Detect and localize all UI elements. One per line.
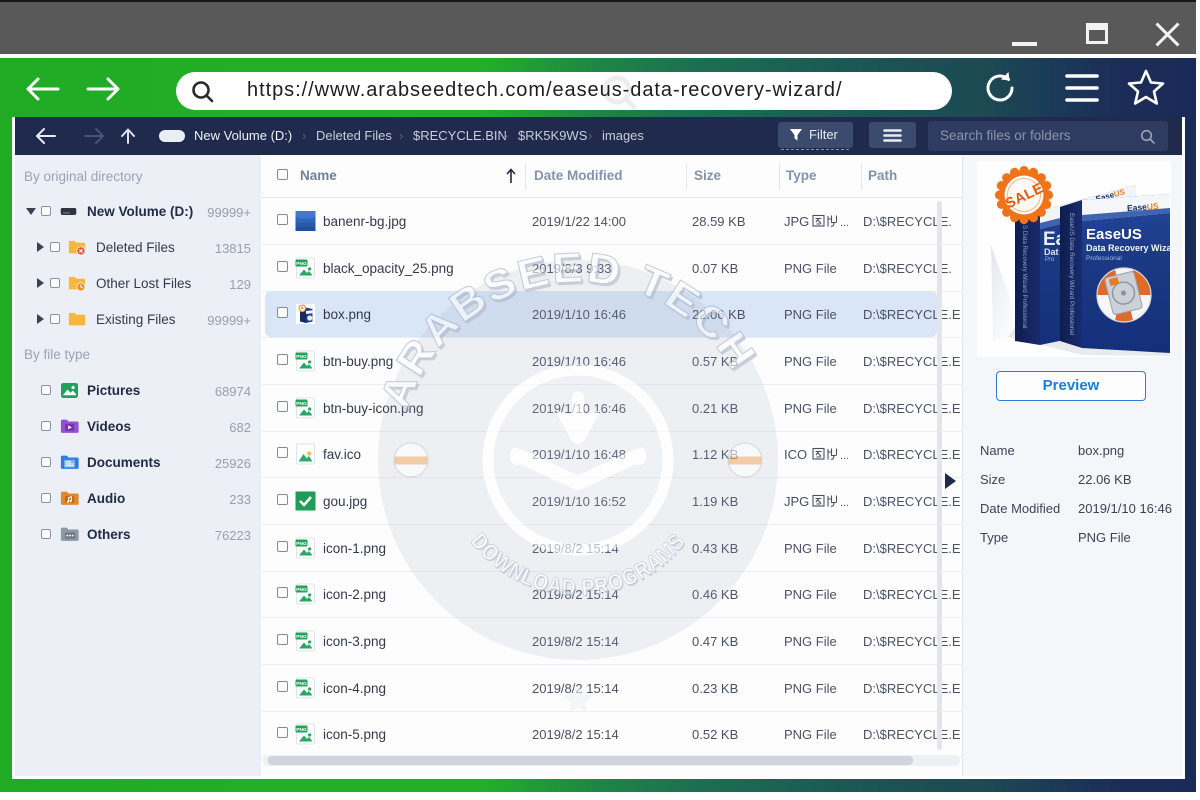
svg-text:...: ...	[840, 450, 848, 461]
svg-text:PNG: PNG	[296, 681, 307, 687]
svg-text:PNG: PNG	[296, 634, 307, 640]
svg-text:...: ...	[840, 217, 848, 228]
svg-text:EaseUS: EaseUS	[1086, 226, 1142, 243]
svg-text:Data Recovery Wizard: Data Recovery Wizard	[1086, 243, 1180, 253]
svg-text:Dat: Dat	[1044, 247, 1059, 257]
svg-text:PNG: PNG	[296, 261, 307, 267]
svg-text:EaseUS Data Recovery Wizard Pr: EaseUS Data Recovery Wizard Professional	[1068, 213, 1075, 335]
svg-text:PNG: PNG	[296, 587, 307, 593]
svg-text:S Data Recovery Wizard Profess: S Data Recovery Wizard Professional	[1021, 225, 1028, 329]
svg-text:PNG: PNG	[296, 541, 307, 547]
svg-text:PNG: PNG	[296, 354, 307, 360]
svg-text:Professional: Professional	[1086, 255, 1122, 262]
svg-text:...: ...	[840, 497, 848, 508]
svg-text:Pro: Pro	[1045, 257, 1055, 263]
svg-text:PNG: PNG	[296, 727, 307, 733]
svg-text:PNG: PNG	[296, 401, 307, 407]
